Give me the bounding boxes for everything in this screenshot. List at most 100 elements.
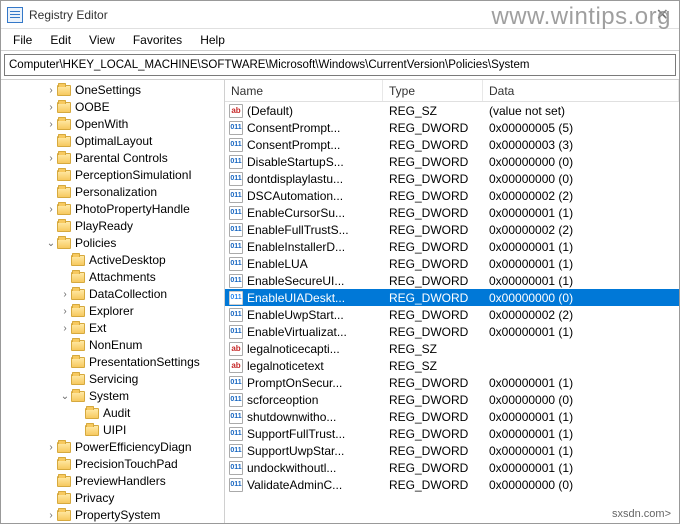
column-header-data[interactable]: Data	[483, 80, 679, 101]
list-row[interactable]: legalnoticetextREG_SZ	[225, 357, 679, 374]
cell-name: EnableInstallerD...	[225, 240, 383, 254]
menu-item-file[interactable]: File	[5, 31, 40, 49]
tree-item-label: Parental Controls	[75, 150, 168, 167]
dword-value-icon	[229, 155, 243, 169]
list-row[interactable]: (Default)REG_SZ(value not set)	[225, 102, 679, 119]
close-icon[interactable]: ✕	[656, 5, 669, 25]
tree-item[interactable]: ›OpenWith	[3, 116, 224, 133]
menu-item-help[interactable]: Help	[192, 31, 233, 49]
tree-item[interactable]: PerceptionSimulationI	[3, 167, 224, 184]
titlebar[interactable]: Registry Editor ✕	[1, 1, 679, 29]
menu-item-edit[interactable]: Edit	[42, 31, 79, 49]
address-bar[interactable]: Computer\HKEY_LOCAL_MACHINE\SOFTWARE\Mic…	[4, 54, 676, 76]
tree-item[interactable]: NonEnum	[3, 337, 224, 354]
window-title: Registry Editor	[29, 8, 108, 22]
value-name: SupportFullTrust...	[247, 427, 345, 441]
tree-item[interactable]: ActiveDesktop	[3, 252, 224, 269]
tree-item[interactable]: Privacy	[3, 490, 224, 507]
dword-value-icon	[229, 308, 243, 322]
list-row[interactable]: EnableUIADeskt...REG_DWORD0x00000000 (0)	[225, 289, 679, 306]
tree-item[interactable]: PrecisionTouchPad	[3, 456, 224, 473]
column-header-type[interactable]: Type	[383, 80, 483, 101]
tree-item[interactable]: ›PhotoPropertyHandle	[3, 201, 224, 218]
list-row[interactable]: undockwithoutl...REG_DWORD0x00000001 (1)	[225, 459, 679, 476]
list-row[interactable]: EnableSecureUI...REG_DWORD0x00000001 (1)	[225, 272, 679, 289]
folder-icon	[71, 357, 85, 368]
list-row[interactable]: SupportFullTrust...REG_DWORD0x00000001 (…	[225, 425, 679, 442]
chevron-down-icon[interactable]: ⌄	[59, 388, 71, 405]
folder-icon	[57, 119, 71, 130]
list-row[interactable]: EnableVirtualizat...REG_DWORD0x00000001 …	[225, 323, 679, 340]
list-row[interactable]: dontdisplaylastu...REG_DWORD0x00000000 (…	[225, 170, 679, 187]
chevron-right-icon[interactable]: ›	[59, 286, 71, 303]
list-header[interactable]: Name Type Data	[225, 80, 679, 102]
list-row[interactable]: SupportUwpStar...REG_DWORD0x00000001 (1)	[225, 442, 679, 459]
tree-item[interactable]: PlayReady	[3, 218, 224, 235]
folder-icon	[85, 425, 99, 436]
tree-item[interactable]: ›OOBE	[3, 99, 224, 116]
list-row[interactable]: legalnoticecapti...REG_SZ	[225, 340, 679, 357]
list-row[interactable]: EnableCursorSu...REG_DWORD0x00000001 (1)	[225, 204, 679, 221]
cell-type: REG_DWORD	[383, 223, 483, 237]
tree-item[interactable]: Attachments	[3, 269, 224, 286]
menu-item-view[interactable]: View	[81, 31, 123, 49]
dword-value-icon	[229, 444, 243, 458]
list-row[interactable]: EnableLUAREG_DWORD0x00000001 (1)	[225, 255, 679, 272]
list-row[interactable]: EnableUwpStart...REG_DWORD0x00000002 (2)	[225, 306, 679, 323]
chevron-right-icon[interactable]: ›	[59, 320, 71, 337]
chevron-right-icon[interactable]: ›	[45, 99, 57, 116]
tree-item-label: Policies	[75, 235, 116, 252]
tree-item[interactable]: ›OneSettings	[3, 82, 224, 99]
list-row[interactable]: EnableFullTrustS...REG_DWORD0x00000002 (…	[225, 221, 679, 238]
column-header-name[interactable]: Name	[225, 80, 383, 101]
tree-item[interactable]: ⌄System	[3, 388, 224, 405]
chevron-right-icon[interactable]: ›	[45, 201, 57, 218]
tree-item-label: Privacy	[75, 490, 114, 507]
cell-type: REG_DWORD	[383, 155, 483, 169]
list-row[interactable]: PromptOnSecur...REG_DWORD0x00000001 (1)	[225, 374, 679, 391]
tree-item[interactable]: ›Explorer	[3, 303, 224, 320]
tree-item[interactable]: ›PropertySystem	[3, 507, 224, 523]
chevron-down-icon[interactable]: ⌄	[45, 235, 57, 252]
list-row[interactable]: ConsentPrompt...REG_DWORD0x00000003 (3)	[225, 136, 679, 153]
chevron-right-icon[interactable]: ›	[45, 507, 57, 523]
folder-icon	[71, 272, 85, 283]
tree-item[interactable]: ›Ext	[3, 320, 224, 337]
chevron-right-icon[interactable]: ›	[45, 439, 57, 456]
tree-item[interactable]: Audit	[3, 405, 224, 422]
list-row[interactable]: EnableInstallerD...REG_DWORD0x00000001 (…	[225, 238, 679, 255]
chevron-right-icon[interactable]: ›	[59, 303, 71, 320]
chevron-right-icon[interactable]: ›	[45, 116, 57, 133]
list-body: (Default)REG_SZ(value not set)ConsentPro…	[225, 102, 679, 493]
dword-value-icon	[229, 274, 243, 288]
folder-icon	[57, 476, 71, 487]
chevron-right-icon[interactable]: ›	[45, 150, 57, 167]
tree-item[interactable]: OptimalLayout	[3, 133, 224, 150]
tree-item[interactable]: Servicing	[3, 371, 224, 388]
dword-value-icon	[229, 376, 243, 390]
folder-icon	[57, 204, 71, 215]
menu-item-favorites[interactable]: Favorites	[125, 31, 190, 49]
chevron-right-icon[interactable]: ›	[45, 82, 57, 99]
tree-item[interactable]: UIPI	[3, 422, 224, 439]
value-name: EnableSecureUI...	[247, 274, 344, 288]
list-pane[interactable]: Name Type Data (Default)REG_SZ(value not…	[225, 80, 679, 523]
tree-item[interactable]: ›DataCollection	[3, 286, 224, 303]
tree-item[interactable]: ›PowerEfficiencyDiagn	[3, 439, 224, 456]
list-row[interactable]: scforceoptionREG_DWORD0x00000000 (0)	[225, 391, 679, 408]
list-row[interactable]: DSCAutomation...REG_DWORD0x00000002 (2)	[225, 187, 679, 204]
cell-name: ConsentPrompt...	[225, 138, 383, 152]
list-row[interactable]: ConsentPrompt...REG_DWORD0x00000005 (5)	[225, 119, 679, 136]
tree-item[interactable]: Personalization	[3, 184, 224, 201]
tree-item[interactable]: › Parental Controls	[3, 150, 224, 167]
cell-name: EnableVirtualizat...	[225, 325, 383, 339]
tree-item[interactable]: PreviewHandlers	[3, 473, 224, 490]
tree-item[interactable]: ⌄ Policies	[3, 235, 224, 252]
list-row[interactable]: DisableStartupS...REG_DWORD0x00000000 (0…	[225, 153, 679, 170]
tree-item[interactable]: PresentationSettings	[3, 354, 224, 371]
dword-value-icon	[229, 393, 243, 407]
cell-data: 0x00000002 (2)	[483, 308, 679, 322]
list-row[interactable]: ValidateAdminC...REG_DWORD0x00000000 (0)	[225, 476, 679, 493]
list-row[interactable]: shutdownwitho...REG_DWORD0x00000001 (1)	[225, 408, 679, 425]
tree-pane[interactable]: ›OneSettings›OOBE›OpenWithOptimalLayout›…	[1, 80, 225, 523]
